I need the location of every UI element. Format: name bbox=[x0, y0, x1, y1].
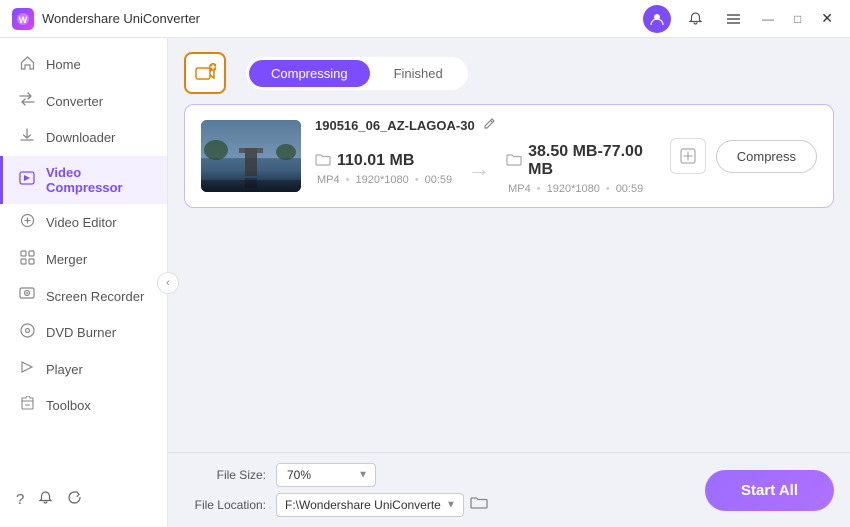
sidebar-footer: ? bbox=[0, 480, 167, 519]
file-location-row: File Location: F:\Wondershare UniConvert… bbox=[184, 493, 488, 517]
sidebar-item-screen-recorder[interactable]: Screen Recorder bbox=[0, 278, 167, 314]
sidebar-label-screen-recorder: Screen Recorder bbox=[46, 289, 144, 304]
titlebar-left: W Wondershare UniConverter bbox=[12, 8, 200, 30]
target-size-meta: MP4 • 1920*1080 • 00:59 bbox=[506, 183, 656, 195]
minimize-button[interactable]: — bbox=[757, 10, 779, 28]
screen-recorder-icon bbox=[18, 287, 36, 305]
tab-finished[interactable]: Finished bbox=[372, 60, 465, 87]
sidebar-item-video-compressor[interactable]: Video Compressor bbox=[0, 156, 167, 204]
target-size-main: 38.50 MB-77.00 MB bbox=[506, 143, 656, 179]
sidebar-label-video-editor: Video Editor bbox=[46, 215, 117, 230]
compress-btn-area: Compress bbox=[670, 138, 817, 174]
file-name-row: 190516_06_AZ-LAGOA-30 bbox=[315, 117, 656, 133]
sidebar-item-merger[interactable]: Merger bbox=[0, 241, 167, 278]
arrow-right-icon: → bbox=[468, 156, 490, 182]
sidebar-label-merger: Merger bbox=[46, 252, 87, 267]
app-title: Wondershare UniConverter bbox=[42, 11, 200, 26]
sidebar: Home Converter Downloader bbox=[0, 38, 168, 527]
bottom-bar: File Size: 50% 60% 70% 80% 90% ▼ File Lo… bbox=[168, 452, 850, 527]
folder-open-icon[interactable] bbox=[470, 495, 488, 515]
target-folder-icon bbox=[506, 153, 522, 169]
file-size-select-wrapper: 50% 60% 70% 80% 90% ▼ bbox=[276, 463, 376, 487]
sidebar-label-video-compressor: Video Compressor bbox=[46, 165, 149, 195]
add-file-button[interactable] bbox=[184, 52, 226, 94]
original-format: MP4 bbox=[317, 174, 340, 186]
file-info: 190516_06_AZ-LAGOA-30 bbox=[315, 117, 656, 195]
dvd-burner-icon bbox=[18, 323, 36, 342]
menu-icon[interactable] bbox=[719, 5, 747, 33]
sidebar-item-downloader[interactable]: Downloader bbox=[0, 119, 167, 156]
close-button[interactable]: ✕ bbox=[816, 8, 838, 29]
titlebar-controls: — □ ✕ bbox=[643, 5, 838, 33]
original-resolution: 1920*1080 bbox=[355, 174, 408, 186]
video-compressor-icon bbox=[18, 171, 36, 189]
sidebar-collapse-button[interactable]: ‹ bbox=[157, 272, 179, 294]
file-action-icon[interactable] bbox=[670, 138, 706, 174]
sidebar-item-home[interactable]: Home bbox=[0, 46, 167, 83]
tab-group: Compressing Finished bbox=[246, 57, 468, 90]
sidebar-item-converter[interactable]: Converter bbox=[0, 83, 167, 119]
sidebar-item-player[interactable]: Player bbox=[0, 351, 167, 387]
original-size-main: 110.01 MB bbox=[315, 152, 452, 170]
downloader-icon bbox=[18, 128, 36, 147]
content-area: Compressing Finished bbox=[168, 38, 850, 527]
file-list: 190516_06_AZ-LAGOA-30 bbox=[168, 104, 850, 452]
original-folder-icon bbox=[315, 153, 331, 169]
video-editor-icon bbox=[18, 213, 36, 232]
target-resolution: 1920*1080 bbox=[547, 183, 600, 195]
compress-button[interactable]: Compress bbox=[716, 140, 817, 173]
start-all-button[interactable]: Start All bbox=[705, 470, 834, 511]
maximize-button[interactable]: □ bbox=[789, 10, 806, 28]
original-duration: 00:59 bbox=[425, 174, 453, 186]
help-icon[interactable]: ? bbox=[16, 491, 24, 508]
tab-compressing[interactable]: Compressing bbox=[249, 60, 370, 87]
thumbnail-image bbox=[201, 120, 301, 192]
file-thumbnail bbox=[201, 120, 301, 192]
refresh-icon[interactable] bbox=[67, 490, 82, 509]
target-duration: 00:59 bbox=[616, 183, 644, 195]
notification-footer-icon[interactable] bbox=[38, 490, 53, 509]
sidebar-item-toolbox[interactable]: Toolbox bbox=[0, 387, 167, 424]
location-select-wrapper: F:\Wondershare UniConverte ▼ bbox=[276, 493, 464, 517]
file-size-select[interactable]: 50% 60% 70% 80% 90% bbox=[276, 463, 376, 487]
file-card: 190516_06_AZ-LAGOA-30 bbox=[184, 104, 834, 208]
sidebar-label-home: Home bbox=[46, 57, 81, 72]
app-logo: W bbox=[12, 8, 34, 30]
sidebar-label-downloader: Downloader bbox=[46, 130, 115, 145]
user-icon[interactable] bbox=[643, 5, 671, 33]
converter-icon bbox=[18, 92, 36, 110]
toolbox-icon bbox=[18, 396, 36, 415]
original-size-meta: MP4 • 1920*1080 • 00:59 bbox=[315, 174, 452, 186]
file-size-label: File Size: bbox=[184, 468, 266, 482]
svg-text:W: W bbox=[19, 15, 28, 25]
target-format: MP4 bbox=[508, 183, 531, 195]
sidebar-item-dvd-burner[interactable]: DVD Burner bbox=[0, 314, 167, 351]
file-sizes-row: 110.01 MB MP4 • 1920*1080 • 00:59 → bbox=[315, 143, 656, 195]
location-row: F:\Wondershare UniConverte ▼ bbox=[276, 493, 488, 517]
file-location-label: File Location: bbox=[184, 498, 266, 512]
sidebar-label-toolbox: Toolbox bbox=[46, 398, 91, 413]
top-tabs-row: Compressing Finished bbox=[168, 38, 850, 104]
original-size-value: 110.01 MB bbox=[337, 152, 414, 170]
home-icon bbox=[18, 55, 36, 74]
main-layout: Home Converter Downloader bbox=[0, 38, 850, 527]
file-name: 190516_06_AZ-LAGOA-30 bbox=[315, 118, 475, 133]
sidebar-label-dvd-burner: DVD Burner bbox=[46, 325, 116, 340]
bell-icon[interactable] bbox=[681, 5, 709, 33]
player-icon bbox=[18, 360, 36, 378]
sidebar-item-video-editor[interactable]: Video Editor bbox=[0, 204, 167, 241]
original-size-block: 110.01 MB MP4 • 1920*1080 • 00:59 bbox=[315, 152, 452, 186]
sidebar-label-player: Player bbox=[46, 362, 83, 377]
merger-icon bbox=[18, 250, 36, 269]
bottom-fields: File Size: 50% 60% 70% 80% 90% ▼ File Lo… bbox=[184, 463, 488, 517]
file-edit-icon[interactable] bbox=[483, 117, 496, 133]
target-size-value: 38.50 MB-77.00 MB bbox=[528, 143, 656, 179]
titlebar: W Wondershare UniConverter — □ bbox=[0, 0, 850, 38]
sidebar-label-converter: Converter bbox=[46, 94, 103, 109]
file-location-value[interactable]: F:\Wondershare UniConverte bbox=[276, 493, 464, 517]
target-size-block: 38.50 MB-77.00 MB MP4 • 1920*1080 • 00:5… bbox=[506, 143, 656, 195]
file-size-row: File Size: 50% 60% 70% 80% 90% ▼ bbox=[184, 463, 488, 487]
